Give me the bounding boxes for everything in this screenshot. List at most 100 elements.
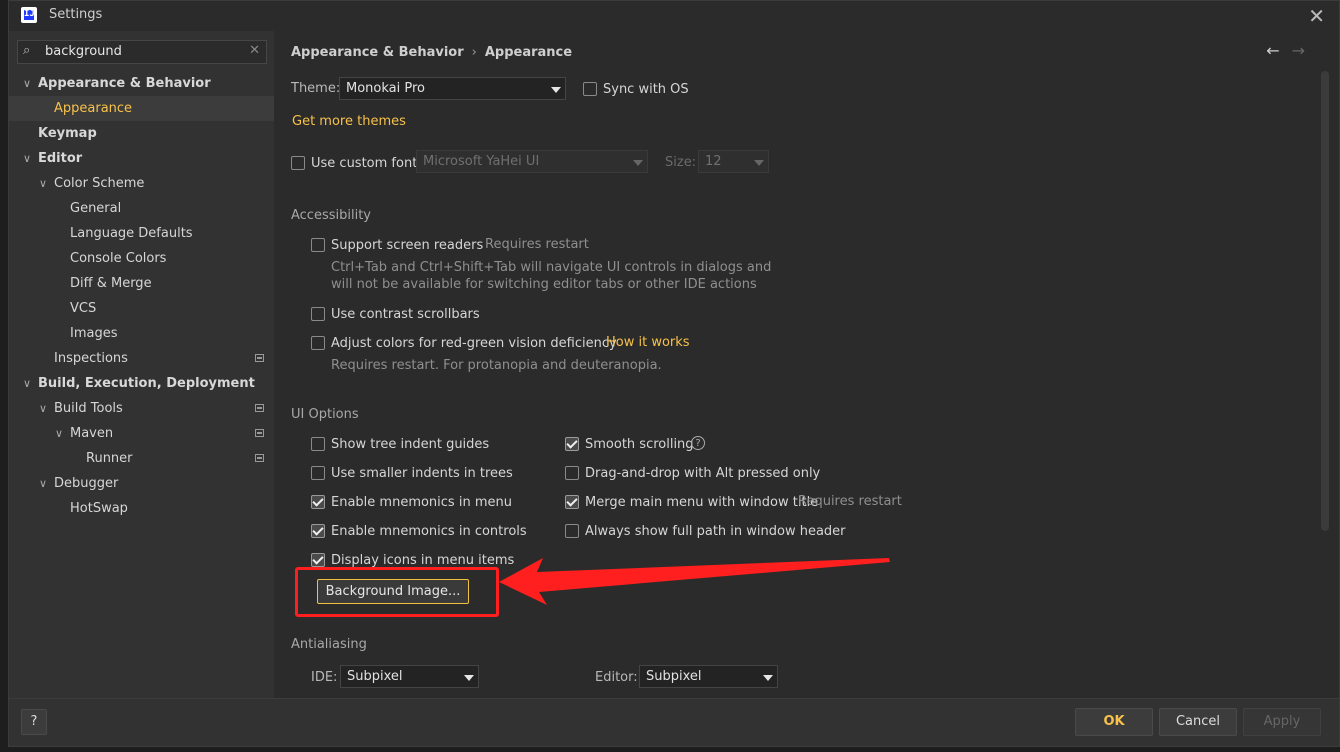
smooth-scrolling-label: Smooth scrolling	[585, 437, 694, 452]
tree-item-color-scheme[interactable]: ∨ Color Scheme	[9, 171, 274, 196]
menu-icons-checkbox[interactable]	[311, 553, 325, 567]
content-scrollbar[interactable]	[1321, 71, 1329, 531]
clear-search-icon[interactable]: ✕	[249, 43, 260, 58]
tree-item-runner[interactable]: Runner	[9, 446, 274, 471]
history-nav: ← →	[1266, 41, 1305, 60]
antialiasing-heading: Antialiasing	[291, 637, 367, 652]
menu-icons-label: Display icons in menu items	[331, 553, 515, 568]
close-icon[interactable]: ✕	[1308, 4, 1325, 28]
tree-item-appearance-behavior[interactable]: ∨ Appearance & Behavior	[9, 71, 274, 96]
dropdown-arrow-icon	[757, 666, 777, 687]
ide-aa-value: Subpixel	[347, 669, 403, 684]
breadcrumb-parent[interactable]: Appearance & Behavior	[291, 45, 464, 60]
full-path-checkbox[interactable]	[565, 524, 579, 538]
theme-label: Theme:	[291, 81, 341, 96]
tree-item-appearance[interactable]: Appearance	[9, 96, 274, 121]
cancel-button[interactable]: Cancel	[1159, 708, 1237, 736]
dropdown-arrow-icon	[748, 151, 768, 172]
tree-label: Diff & Merge	[70, 276, 152, 291]
chevron-down-icon[interactable]: ∨	[55, 421, 63, 446]
search-icon: ⌕	[23, 43, 31, 58]
tree-item-inspections[interactable]: Inspections	[9, 346, 274, 371]
screen-readers-note: Requires restart	[485, 237, 589, 252]
dialog-footer: ? OK Cancel Apply	[9, 698, 1339, 746]
smaller-indents-checkbox[interactable]	[311, 466, 325, 480]
color-deficiency-checkbox[interactable]	[311, 336, 325, 350]
tree-item-maven[interactable]: ∨ Maven	[9, 421, 274, 446]
editor-aa-select[interactable]: Subpixel	[639, 665, 778, 688]
screen-readers-checkbox[interactable]	[311, 238, 325, 252]
tree-item-hotswap[interactable]: HotSwap	[9, 496, 274, 521]
tree-item-debugger[interactable]: ∨ Debugger	[9, 471, 274, 496]
tree-item-images[interactable]: Images	[9, 321, 274, 346]
settings-sidebar: ⌕ background ✕ ∨ Appearance & Behavior Ap…	[9, 31, 274, 698]
chevron-down-icon[interactable]: ∨	[23, 71, 31, 96]
theme-select[interactable]: Monokai Pro	[339, 77, 566, 100]
tree-item-general[interactable]: General	[9, 196, 274, 221]
project-settings-icon	[255, 354, 264, 362]
tree-label: Keymap	[38, 126, 97, 141]
mnemonics-menu-checkbox[interactable]	[311, 495, 325, 509]
chevron-down-icon[interactable]: ∨	[23, 146, 31, 171]
search-value: background	[45, 44, 122, 59]
ide-aa-select[interactable]: Subpixel	[340, 665, 479, 688]
apply-button[interactable]: Apply	[1243, 708, 1321, 736]
smooth-scrolling-checkbox[interactable]	[565, 437, 579, 451]
tree-item-vcs[interactable]: VCS	[9, 296, 274, 321]
mnemonics-controls-checkbox[interactable]	[311, 524, 325, 538]
tree-item-console-colors[interactable]: Console Colors	[9, 246, 274, 271]
back-arrow-icon[interactable]: ←	[1266, 41, 1279, 60]
screen-readers-label: Support screen readers	[331, 238, 484, 253]
help-button[interactable]: ?	[21, 709, 47, 735]
tree-label: VCS	[70, 301, 97, 316]
color-deficiency-desc: Requires restart. For protanopia and deu…	[331, 358, 662, 373]
help-icon[interactable]: ?	[691, 436, 705, 450]
app-logo-icon: IJ	[21, 7, 37, 23]
full-path-label: Always show full path in window header	[585, 524, 846, 539]
breadcrumb: Appearance & Behavior › Appearance	[291, 45, 572, 60]
merge-menu-checkbox[interactable]	[565, 495, 579, 509]
tree-label: Debugger	[54, 476, 119, 491]
project-settings-icon	[255, 454, 264, 462]
chevron-down-icon[interactable]: ∨	[23, 371, 31, 396]
custom-font-checkbox[interactable]	[291, 156, 305, 170]
breadcrumb-separator-icon: ›	[471, 45, 477, 60]
tree-indent-guides-checkbox[interactable]	[311, 437, 325, 451]
tree-item-build-tools[interactable]: ∨ Build Tools	[9, 396, 274, 421]
tree-label: Appearance & Behavior	[38, 76, 211, 91]
settings-dialog: IJ Settings ✕ ⌕ background ✕ ∨ Appearance…	[8, 0, 1340, 747]
mnemonics-menu-label: Enable mnemonics in menu	[331, 495, 512, 510]
breadcrumb-current: Appearance	[484, 45, 573, 60]
tree-item-build-execution-deployment[interactable]: ∨ Build, Execution, Deployment	[9, 371, 274, 396]
how-it-works-link[interactable]: How it works	[606, 335, 690, 350]
sync-os-checkbox[interactable]	[583, 82, 597, 96]
font-select[interactable]: Microsoft YaHei UI	[416, 150, 648, 173]
settings-tree: ∨ Appearance & Behavior Appearance Keymap…	[9, 71, 274, 521]
project-settings-icon	[255, 429, 264, 437]
chevron-down-icon[interactable]: ∨	[39, 396, 47, 421]
tree-label: HotSwap	[70, 501, 128, 516]
tree-item-editor[interactable]: ∨ Editor	[9, 146, 274, 171]
tree-item-diff-merge[interactable]: Diff & Merge	[9, 271, 274, 296]
tree-label: Images	[70, 326, 118, 341]
color-deficiency-label: Adjust colors for red-green vision defic…	[331, 336, 617, 351]
dropdown-arrow-icon	[545, 78, 565, 99]
get-more-themes-link[interactable]: Get more themes	[292, 114, 406, 129]
ok-button[interactable]: OK	[1075, 708, 1153, 736]
tree-label: Build Tools	[54, 401, 123, 416]
tree-item-language-defaults[interactable]: Language Defaults	[9, 221, 274, 246]
search-input[interactable]: ⌕ background ✕	[17, 40, 267, 64]
title-bar: IJ Settings ✕	[9, 1, 1339, 31]
forward-arrow-icon[interactable]: →	[1292, 41, 1305, 60]
drag-alt-checkbox[interactable]	[565, 466, 579, 480]
chevron-down-icon[interactable]: ∨	[39, 171, 47, 196]
tree-label: Runner	[86, 451, 133, 466]
sync-os-label: Sync with OS	[603, 82, 689, 97]
tree-item-keymap[interactable]: Keymap	[9, 121, 274, 146]
editor-aa-label: Editor:	[595, 670, 638, 685]
ui-options-heading: UI Options	[291, 407, 359, 422]
chevron-down-icon[interactable]: ∨	[39, 471, 47, 496]
font-size-select[interactable]: 12	[698, 150, 769, 173]
window-title: Settings	[49, 7, 103, 22]
contrast-scrollbars-checkbox[interactable]	[311, 307, 325, 321]
